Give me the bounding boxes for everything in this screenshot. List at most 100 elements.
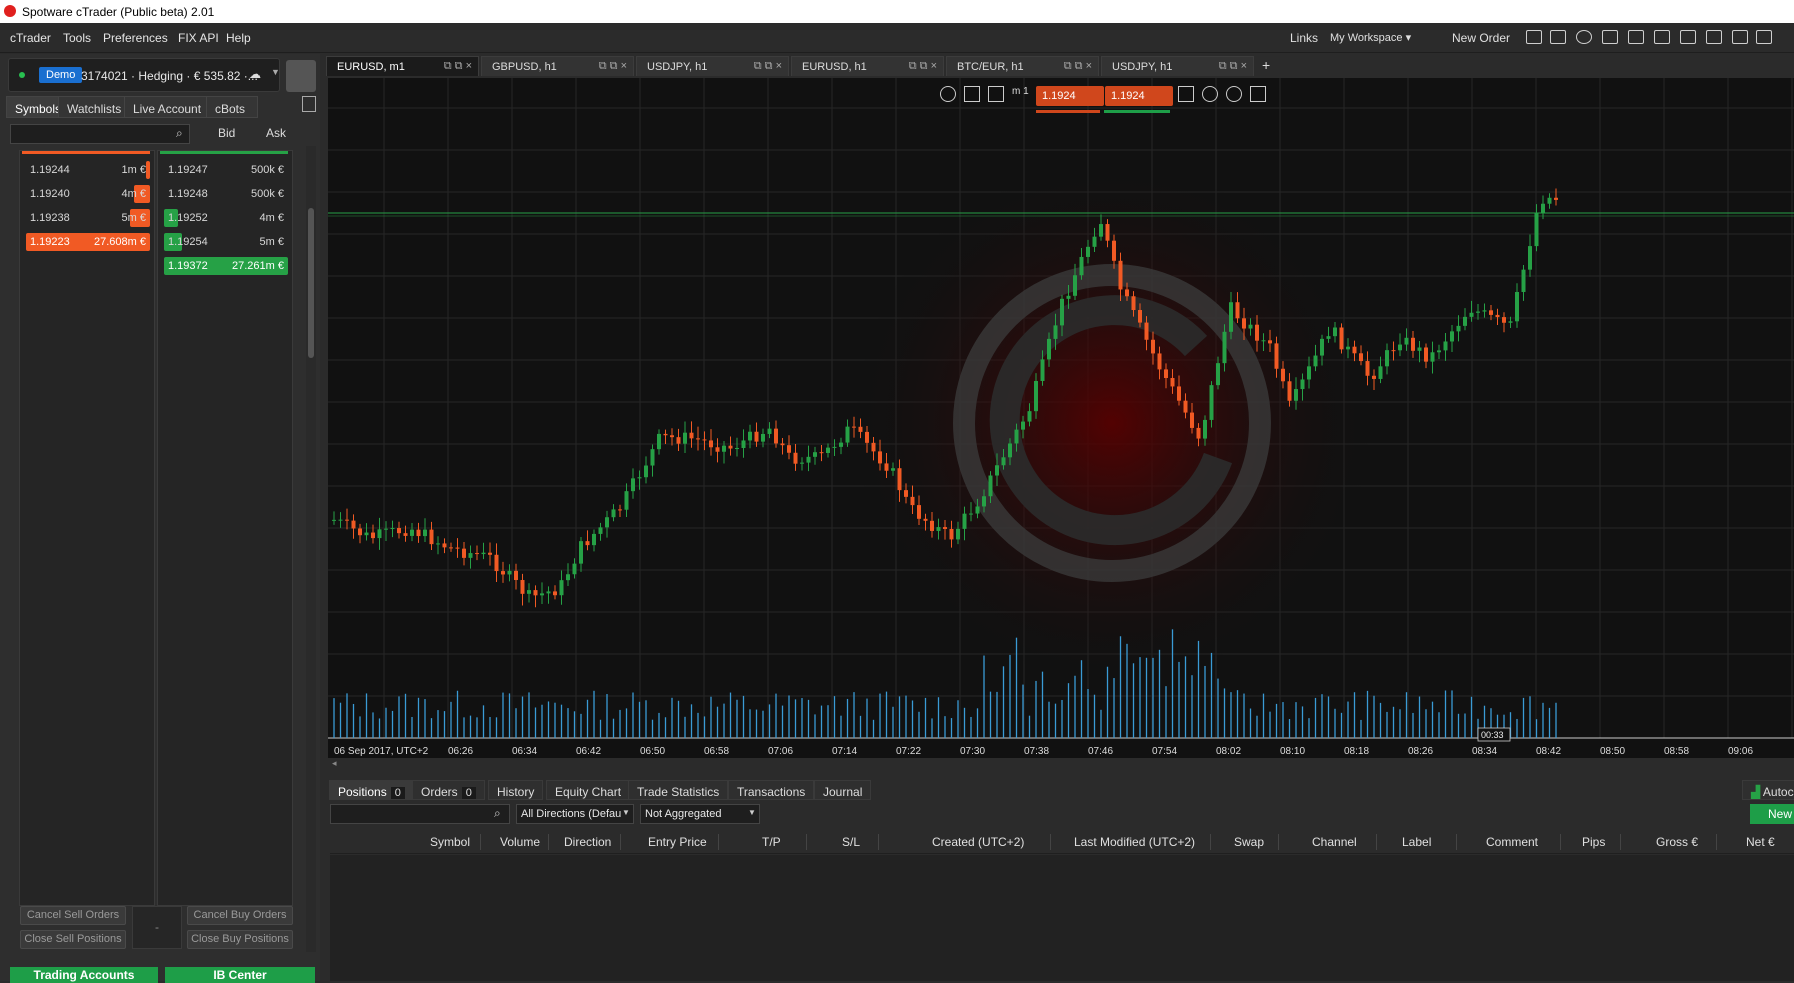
col-net[interactable]: Net € [1746, 835, 1775, 849]
col-entry-price[interactable]: Entry Price [648, 835, 707, 849]
tab-cbots[interactable]: cBots [206, 96, 258, 118]
chart-tab[interactable]: USDJPY, h1 ⧉ ⧉ × [1101, 56, 1254, 76]
close-icon[interactable]: ⧉ ⧉ × [754, 60, 782, 73]
time-tick-label: 07:30 [960, 746, 985, 757]
chart-tab[interactable]: EURUSD, m1 ⧉ ⧉ × [326, 56, 479, 76]
col-direction[interactable]: Direction [564, 835, 611, 849]
hand-icon[interactable] [1628, 30, 1644, 44]
col-swap[interactable]: Swap [1234, 835, 1264, 849]
buy-price-button[interactable]: 1.1924 [1105, 86, 1173, 106]
close-icon[interactable]: ⧉ ⧉ × [599, 60, 627, 73]
col-tp[interactable]: T/P [762, 835, 781, 849]
new-order-button[interactable]: New Order [1452, 31, 1510, 45]
sell-price-button[interactable]: 1.1924 [1036, 86, 1104, 106]
candle [1300, 379, 1305, 390]
list-icon[interactable] [1178, 86, 1194, 102]
candle [637, 477, 642, 479]
links-menu[interactable]: Links [1290, 31, 1318, 45]
account-selector[interactable]: Demo 3174021 · Hedging · € 535.82 ·... ☁… [8, 58, 280, 92]
candle [1131, 296, 1136, 311]
ask-row[interactable]: 1.19248 500k € [164, 185, 288, 203]
close-icon[interactable]: ⧉ ⧉ × [1064, 60, 1092, 73]
tab-history[interactable]: History [488, 780, 544, 800]
close-icon[interactable]: ⧉ ⧉ × [444, 60, 472, 73]
price-chart[interactable]: 06 Sep 2017, UTC+2 06:26 06:34 06:42 06:50 06… [328, 78, 1794, 759]
autochartist-button[interactable]: ▟ Autoc [1742, 780, 1794, 800]
user-icon[interactable] [286, 60, 316, 92]
chart-tab[interactable]: GBPUSD, h1 ⧉ ⧉ × [481, 56, 634, 76]
chart-tab[interactable]: BTC/EUR, h1 ⧉ ⧉ × [946, 56, 1099, 76]
menu-preferences[interactable]: Preferences [103, 31, 168, 45]
dom-scrollbar[interactable] [306, 146, 316, 952]
workspace-selector[interactable]: My Workspace ▾ [1330, 31, 1411, 44]
search-icon[interactable]: ⌕ [176, 126, 183, 141]
tab-transactions[interactable]: Transactions [728, 780, 815, 800]
col-pips[interactable]: Pips [1582, 835, 1605, 849]
scroll-left-icon[interactable]: ◂ [332, 758, 337, 769]
direction-filter[interactable]: All Directions (Defau [516, 804, 634, 824]
aggregation-filter[interactable]: Not Aggregated [640, 804, 760, 824]
tab-watchlists[interactable]: Watchlists [58, 96, 131, 118]
close-sell-positions-button[interactable]: Close Sell Positions [20, 930, 126, 949]
menu-tools[interactable]: Tools [63, 31, 91, 45]
ask-row[interactable]: 1.19247 500k € [164, 161, 288, 179]
drawing-tools-icon[interactable] [1602, 30, 1618, 44]
tab-orders[interactable]: Orders 0 [412, 780, 485, 800]
col-channel[interactable]: Channel [1312, 835, 1357, 849]
ask-row[interactable]: 1.19252 4m € [164, 209, 288, 227]
col-last-modified[interactable]: Last Modified (UTC+2) [1074, 835, 1195, 849]
col-gross[interactable]: Gross € [1656, 835, 1698, 849]
bid-row[interactable]: 1.19223 27.608m € [26, 233, 150, 251]
window-layout-icon[interactable] [1526, 30, 1542, 44]
cancel-sell-orders-button[interactable]: Cancel Sell Orders [20, 906, 126, 925]
col-label[interactable]: Label [1402, 835, 1431, 849]
symbol-search-input[interactable] [10, 124, 190, 144]
alarm-icon[interactable] [1576, 30, 1592, 44]
panel-layout-icon[interactable] [1732, 30, 1748, 44]
ask-row[interactable]: 1.19254 5m € [164, 233, 288, 251]
col-comment[interactable]: Comment [1486, 835, 1538, 849]
calculator-icon[interactable] [1654, 30, 1670, 44]
fullscreen-icon[interactable] [1756, 30, 1772, 44]
chart-canvas[interactable]: 06 Sep 2017, UTC+2 06:26 06:34 06:42 06:50 06… [328, 78, 1794, 759]
sentiment-icon[interactable] [1226, 86, 1242, 102]
tab-equity-chart[interactable]: Equity Chart [546, 780, 631, 800]
chart-type-icon[interactable] [988, 86, 1004, 102]
notes-icon[interactable] [302, 96, 316, 112]
col-sl[interactable]: S/L [842, 835, 860, 849]
timeframe-selector[interactable]: m 1 [1012, 86, 1029, 97]
chart-tab[interactable]: USDJPY, h1 ⧉ ⧉ × [636, 56, 789, 76]
col-volume[interactable]: Volume [500, 835, 540, 849]
search-icon[interactable]: ⌕ [494, 806, 501, 821]
tab-live-account[interactable]: Live Account [124, 96, 211, 118]
close-buy-positions-button[interactable]: Close Buy Positions [187, 930, 293, 949]
bid-row[interactable]: 1.19244 1m € [26, 161, 150, 179]
chart-tab[interactable]: EURUSD, h1 ⧉ ⧉ × [791, 56, 944, 76]
new-order-button-bottom[interactable]: New O [1750, 804, 1794, 824]
menu-help[interactable]: Help [226, 31, 251, 45]
video-icon[interactable] [1550, 30, 1566, 44]
cancel-buy-orders-button[interactable]: Cancel Buy Orders [187, 906, 293, 925]
ask-row[interactable]: 1.19372 27.261m € [164, 257, 288, 275]
zoom-icon[interactable] [940, 86, 956, 102]
add-tab-icon[interactable]: + [1262, 57, 1270, 73]
bid-row[interactable]: 1.19240 4m € [26, 185, 150, 203]
close-icon[interactable]: ⧉ ⧉ × [909, 60, 937, 73]
menu-fix-api[interactable]: FIX API [178, 31, 219, 45]
chart-scrollbar[interactable]: ◂ [328, 758, 1794, 770]
email-icon[interactable] [1680, 30, 1696, 44]
info-icon[interactable] [1202, 86, 1218, 102]
sound-icon[interactable] [1706, 30, 1722, 44]
menu-ctrader[interactable]: cTrader [10, 31, 51, 45]
user-trader-icon[interactable] [1250, 86, 1266, 102]
chart-settings-icon[interactable] [964, 86, 980, 102]
close-icon[interactable]: ⧉ ⧉ × [1219, 60, 1247, 73]
col-created[interactable]: Created (UTC+2) [932, 835, 1024, 849]
col-symbol[interactable]: Symbol [430, 835, 470, 849]
bid-row[interactable]: 1.19238 5m € [26, 209, 150, 227]
tab-positions[interactable]: Positions 0 [329, 780, 414, 800]
tab-journal[interactable]: Journal [814, 780, 872, 800]
tab-trade-statistics[interactable]: Trade Statistics [628, 780, 729, 800]
positions-search-input[interactable] [330, 804, 510, 824]
scrollbar-thumb[interactable] [308, 208, 314, 358]
